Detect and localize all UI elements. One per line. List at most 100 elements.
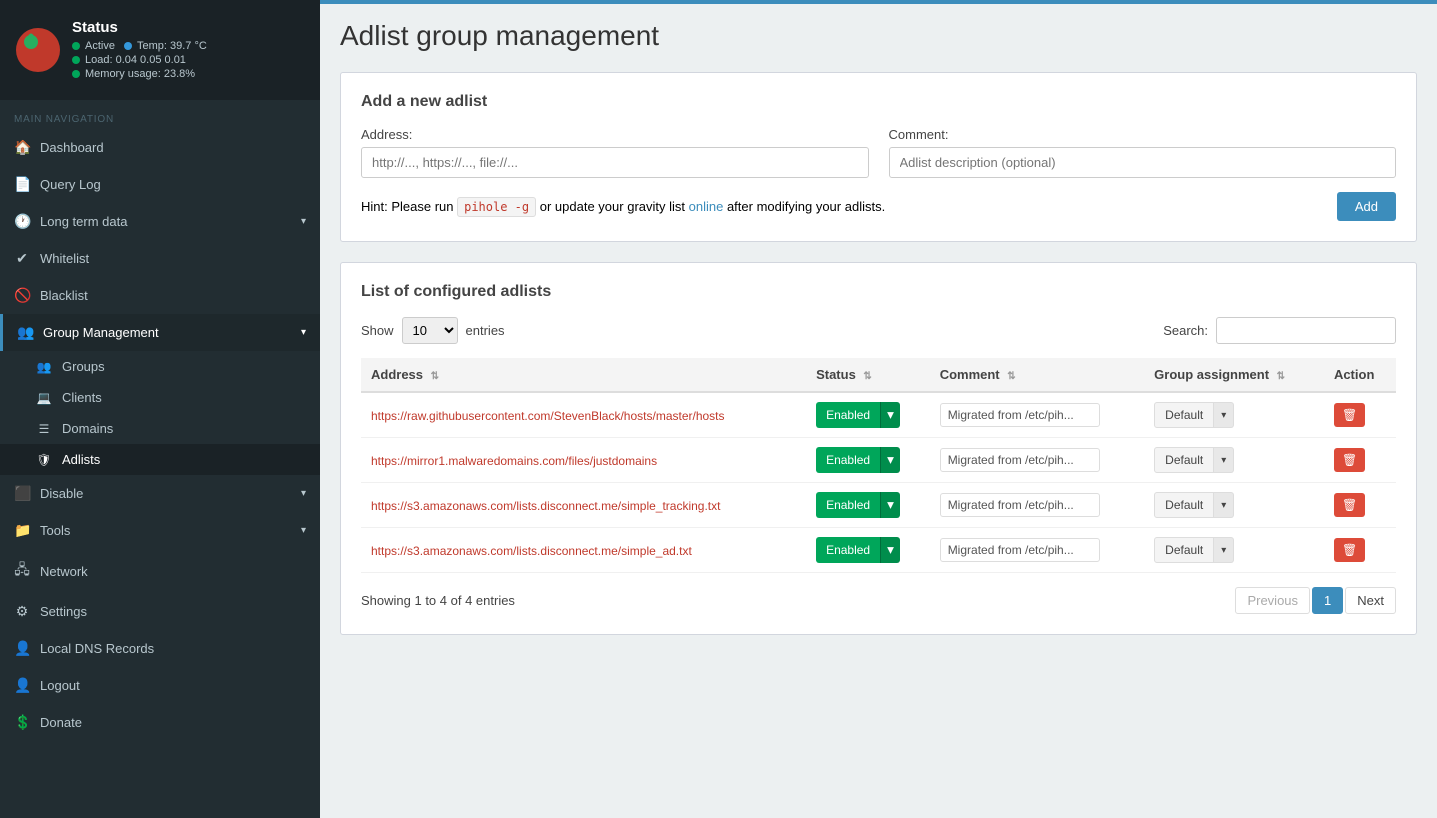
col-group: Group assignment ⇅ (1144, 358, 1324, 392)
status-cell: Enabled ▾ (806, 483, 930, 528)
sidebar-item-query-log[interactable]: 📄 Query Log (0, 166, 320, 203)
group-caret-button[interactable]: ▾ (1214, 447, 1234, 473)
sidebar-item-settings[interactable]: ⚙ Settings (0, 593, 320, 630)
enabled-button[interactable]: Enabled (816, 447, 880, 473)
memory-dot (72, 70, 80, 78)
comment-field[interactable] (940, 403, 1100, 427)
group-caret-button[interactable]: ▾ (1214, 537, 1234, 563)
active-dot (72, 42, 80, 50)
action-cell: 🗑 (1324, 392, 1396, 438)
status-title: Status (72, 19, 306, 36)
users-icon: 👥 (17, 324, 33, 341)
list-section-title: List of configured adlists (361, 283, 1396, 301)
table-row: https://raw.githubusercontent.com/Steven… (361, 392, 1396, 438)
group-assign-button[interactable]: Default (1154, 492, 1214, 518)
address-link[interactable]: https://mirror1.malwaredomains.com/files… (371, 454, 657, 468)
enabled-button[interactable]: Enabled (816, 402, 880, 428)
sidebar-item-whitelist[interactable]: ✔ Whitelist (0, 240, 320, 277)
entries-label: entries (466, 323, 505, 338)
address-link[interactable]: https://raw.githubusercontent.com/Steven… (371, 409, 725, 423)
group-cell: Default ▾ (1144, 438, 1324, 483)
table-row: https://s3.amazonaws.com/lists.disconnec… (361, 528, 1396, 573)
pagination-info: Showing 1 to 4 of 4 entries (361, 593, 515, 608)
table-header: Address ⇅ Status ⇅ Comment ⇅ Group assig… (361, 358, 1396, 392)
search-label: Search: (1163, 323, 1208, 338)
entries-select[interactable]: 10 25 50 100 (402, 317, 458, 344)
sidebar-item-long-term-data[interactable]: 🕐 Long term data ▾ (0, 203, 320, 240)
network-icon: 🖧 (14, 559, 30, 583)
sidebar-item-tools[interactable]: 📁 Tools ▾ (0, 512, 320, 549)
status-cell: Enabled ▾ (806, 438, 930, 483)
add-section-title: Add a new adlist (361, 93, 1396, 111)
sidebar-item-logout[interactable]: 👤 Logout (0, 667, 320, 704)
search-row: Search: (1163, 317, 1396, 344)
sidebar-item-label: Donate (40, 715, 82, 730)
sidebar-item-label: Dashboard (40, 140, 104, 155)
sidebar-item-disable[interactable]: ⬛ Disable ▾ (0, 475, 320, 512)
next-button[interactable]: Next (1345, 587, 1396, 614)
comment-field[interactable] (940, 538, 1100, 562)
enabled-group: Enabled ▾ (816, 402, 920, 428)
sidebar-item-clients[interactable]: 💻 Clients (0, 382, 320, 413)
group-cell: Default ▾ (1144, 528, 1324, 573)
enabled-button[interactable]: Enabled (816, 492, 880, 518)
comment-field[interactable] (940, 448, 1100, 472)
group-assign-button[interactable]: Default (1154, 402, 1214, 428)
sidebar-item-label: Disable (40, 486, 83, 501)
group-assign-button[interactable]: Default (1154, 537, 1214, 563)
enabled-button[interactable]: Enabled (816, 537, 880, 563)
toggle-button[interactable]: ▾ (880, 492, 900, 518)
sidebar-item-blacklist[interactable]: 🚫 Blacklist (0, 277, 320, 314)
sidebar-item-label: Blacklist (40, 288, 88, 303)
group-assign-group: Default ▾ (1154, 447, 1314, 473)
search-input[interactable] (1216, 317, 1396, 344)
delete-button[interactable]: 🗑 (1334, 493, 1365, 517)
comment-input[interactable] (889, 147, 1397, 178)
main-content: Adlist group management Add a new adlist… (320, 0, 1437, 818)
sidebar-item-adlists[interactable]: 🛡 Adlists (0, 444, 320, 475)
address-cell: https://raw.githubusercontent.com/Steven… (361, 392, 806, 438)
table-row: https://mirror1.malwaredomains.com/files… (361, 438, 1396, 483)
delete-button[interactable]: 🗑 (1334, 403, 1365, 427)
clock-icon: 🕐 (14, 213, 30, 230)
group-caret-button[interactable]: ▾ (1214, 492, 1234, 518)
load-dot (72, 56, 80, 64)
sidebar-subitem-label: Clients (62, 390, 102, 405)
group-cell: Default ▾ (1144, 392, 1324, 438)
stop-icon: ⬛ (14, 485, 30, 502)
address-link[interactable]: https://s3.amazonaws.com/lists.disconnec… (371, 544, 692, 558)
address-input[interactable] (361, 147, 869, 178)
sidebar-item-dashboard[interactable]: 🏠 Dashboard (0, 129, 320, 166)
page-1-button[interactable]: 1 (1312, 587, 1343, 614)
toggle-button[interactable]: ▾ (880, 402, 900, 428)
delete-button[interactable]: 🗑 (1334, 538, 1365, 562)
previous-button[interactable]: Previous (1235, 587, 1310, 614)
sidebar-item-label: Whitelist (40, 251, 89, 266)
dns-icon: 👤 (14, 640, 30, 657)
sidebar-item-label: Logout (40, 678, 80, 693)
gear-icon: ⚙ (14, 603, 30, 620)
sidebar-item-donate[interactable]: 💲 Donate (0, 704, 320, 741)
group-cell: Default ▾ (1144, 483, 1324, 528)
group-caret-button[interactable]: ▾ (1214, 402, 1234, 428)
laptop-icon: 💻 (36, 391, 52, 405)
chevron-icon: ▾ (301, 525, 306, 536)
sidebar-item-groups[interactable]: 👥 Groups (0, 351, 320, 382)
comment-field[interactable] (940, 493, 1100, 517)
sidebar-item-group-management[interactable]: 👥 Group Management ▾ (0, 314, 320, 351)
sidebar-item-label: Group Management (43, 325, 159, 340)
group-assign-button[interactable]: Default (1154, 447, 1214, 473)
hint-mid: or update your gravity list (540, 199, 689, 214)
sidebar-item-network[interactable]: 🖧 Network (0, 549, 320, 593)
add-button[interactable]: Add (1337, 192, 1396, 221)
toggle-button[interactable]: ▾ (880, 447, 900, 473)
comment-cell (930, 392, 1144, 438)
status-cell: Enabled ▾ (806, 528, 930, 573)
home-icon: 🏠 (14, 139, 30, 156)
address-link[interactable]: https://s3.amazonaws.com/lists.disconnec… (371, 499, 720, 513)
hint-link[interactable]: online (689, 199, 724, 214)
delete-button[interactable]: 🗑 (1334, 448, 1365, 472)
sidebar-item-domains[interactable]: ☰ Domains (0, 413, 320, 444)
sidebar-item-local-dns[interactable]: 👤 Local DNS Records (0, 630, 320, 667)
toggle-button[interactable]: ▾ (880, 537, 900, 563)
